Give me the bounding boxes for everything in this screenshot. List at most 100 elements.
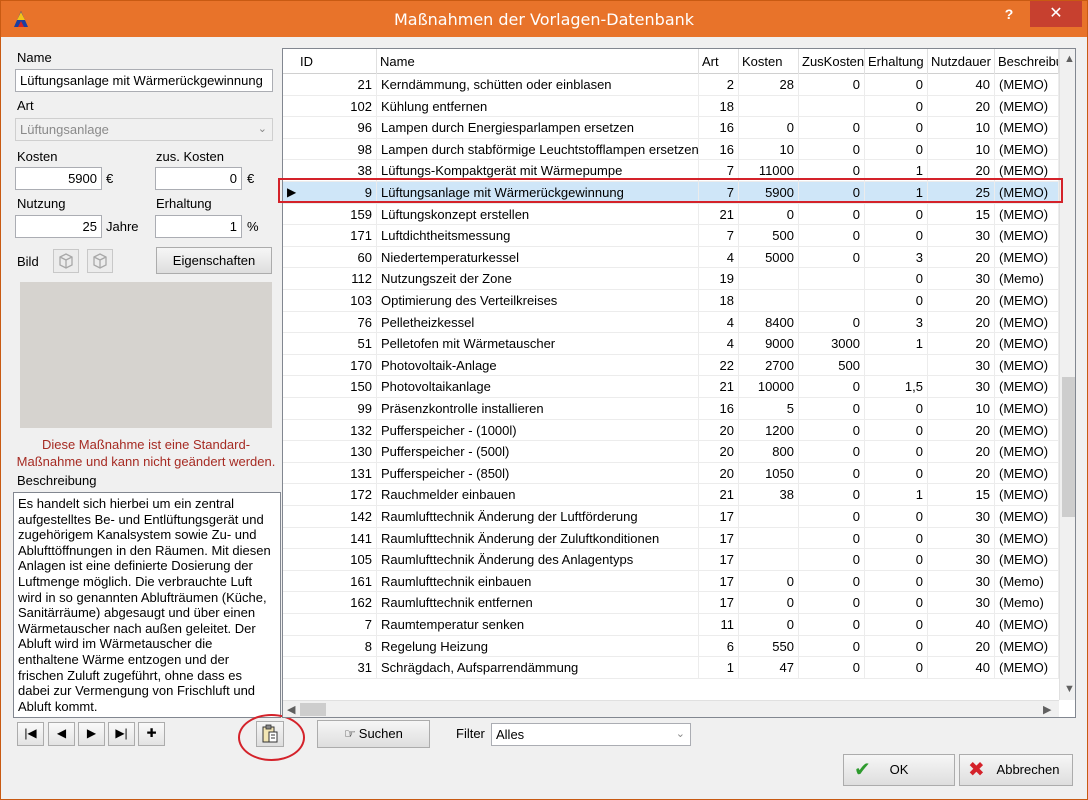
ok-button[interactable]: ✔ OK <box>843 754 955 786</box>
cell-nutzdauer[interactable]: 30 <box>928 592 995 614</box>
cell-kosten[interactable]: 550 <box>739 635 799 657</box>
cell-kosten[interactable] <box>739 549 799 571</box>
cell-nutzdauer[interactable]: 30 <box>928 225 995 247</box>
cell-name[interactable]: Raumlufttechnik Änderung des Anlagentyps <box>377 549 699 571</box>
cell-erhaltung[interactable]: 3 <box>865 246 928 268</box>
cell-beschreibung[interactable]: (MEMO) <box>995 398 1059 419</box>
cell-zuskosten[interactable]: 0 <box>799 138 865 160</box>
cell-name[interactable]: Raumlufttechnik Änderung der Zuluftkondi… <box>377 527 699 549</box>
cell-zuskosten[interactable]: 0 <box>799 117 865 139</box>
cell-erhaltung[interactable]: 0 <box>865 549 928 571</box>
cell-name[interactable]: Lampen durch stabförmige Leuchtstofflamp… <box>377 138 699 160</box>
cell-nutzdauer[interactable]: 15 <box>928 484 995 506</box>
measures-grid[interactable]: ID Name Art Kosten ZusKosten Erhaltung N… <box>282 48 1076 718</box>
cell-art[interactable]: 11 <box>699 614 739 635</box>
cell-name[interactable]: Raumlufttechnik Änderung der Luftförderu… <box>377 506 699 527</box>
cell-erhaltung[interactable]: 0 <box>865 74 928 95</box>
cell-id[interactable]: 170 <box>297 354 377 376</box>
cell-id[interactable]: 112 <box>297 268 377 290</box>
cell-kosten[interactable]: 47 <box>739 657 799 679</box>
cell-beschreibung[interactable]: (MEMO) <box>995 225 1059 247</box>
cell-beschreibung[interactable]: (MEMO) <box>995 246 1059 268</box>
table-row[interactable]: 51 Pelletofen mit Wärmetauscher 4 9000 3000 1… <box>283 333 1059 355</box>
cell-zuskosten[interactable]: 0 <box>799 419 865 441</box>
cell-id[interactable]: 131 <box>297 462 377 484</box>
cell-name[interactable]: Photovoltaikanlage <box>377 376 699 398</box>
cell-id[interactable]: 172 <box>297 484 377 506</box>
cell-zuskosten[interactable] <box>799 290 865 311</box>
cell-erhaltung[interactable]: 0 <box>865 117 928 139</box>
cell-id[interactable]: 7 <box>297 614 377 635</box>
cell-kosten[interactable] <box>739 268 799 290</box>
cell-art[interactable]: 17 <box>699 527 739 549</box>
cell-nutzdauer[interactable]: 30 <box>928 354 995 376</box>
horizontal-scrollbar[interactable]: ◀ ▶ <box>283 700 1059 717</box>
cell-beschreibung[interactable]: (MEMO) <box>995 635 1059 657</box>
cell-art[interactable]: 20 <box>699 419 739 441</box>
cell-name[interactable]: Pufferspeicher - (1000l) <box>377 419 699 441</box>
cell-nutzdauer[interactable]: 20 <box>928 635 995 657</box>
cell-art[interactable]: 4 <box>699 333 739 355</box>
art-select[interactable]: Lüftungsanlage ⌄ <box>15 118 273 141</box>
cell-zuskosten[interactable]: 0 <box>799 398 865 419</box>
table-row[interactable]: 112 Nutzungszeit der Zone 19 0 30 (Memo) <box>283 268 1059 290</box>
cell-zuskosten[interactable]: 0 <box>799 74 865 95</box>
cell-nutzdauer[interactable]: 30 <box>928 570 995 592</box>
nav-prev-button[interactable]: ◀ <box>48 722 75 746</box>
table-row[interactable]: 130 Pufferspeicher - (500l) 20 800 0 0 20 (MEMO… <box>283 441 1059 463</box>
scroll-left-icon[interactable]: ◀ <box>287 703 295 716</box>
cell-erhaltung[interactable]: 0 <box>865 506 928 527</box>
cell-kosten[interactable]: 2700 <box>739 354 799 376</box>
cell-zuskosten[interactable]: 0 <box>799 225 865 247</box>
cell-id[interactable]: 98 <box>297 138 377 160</box>
cell-kosten[interactable]: 5000 <box>739 246 799 268</box>
cell-beschreibung[interactable]: (Memo) <box>995 268 1059 290</box>
cell-id[interactable]: 31 <box>297 657 377 679</box>
table-row[interactable]: 103 Optimierung des Verteilkreises 18 0 20 (M… <box>283 290 1059 312</box>
abbrechen-button[interactable]: ✖ Abbrechen <box>959 754 1073 786</box>
cell-art[interactable]: 6 <box>699 635 739 657</box>
cell-kosten[interactable]: 28 <box>739 74 799 95</box>
col-header-art[interactable]: Art <box>699 49 739 74</box>
cell-zuskosten[interactable]: 0 <box>799 246 865 268</box>
cell-id[interactable]: 21 <box>297 74 377 95</box>
cell-nutzdauer[interactable]: 20 <box>928 419 995 441</box>
cell-erhaltung[interactable]: 0 <box>865 592 928 614</box>
cell-beschreibung[interactable]: (MEMO) <box>995 441 1059 463</box>
name-field[interactable]: Lüftungsanlage mit Wärmerückgewinnung <box>15 69 273 92</box>
cell-zuskosten[interactable]: 0 <box>799 657 865 679</box>
cell-name[interactable]: Rauchmelder einbauen <box>377 484 699 506</box>
cell-name[interactable]: Lampen durch Energiesparlampen ersetzen <box>377 117 699 139</box>
cell-id[interactable]: 162 <box>297 592 377 614</box>
cell-art[interactable]: 21 <box>699 484 739 506</box>
cell-zuskosten[interactable]: 0 <box>799 376 865 398</box>
cell-kosten[interactable]: 5 <box>739 398 799 419</box>
cell-zuskosten[interactable]: 0 <box>799 311 865 333</box>
cell-kosten[interactable]: 0 <box>739 203 799 225</box>
cell-erhaltung[interactable]: 3 <box>865 311 928 333</box>
cell-name[interactable]: Pufferspeicher - (500l) <box>377 441 699 463</box>
cell-id[interactable]: 141 <box>297 527 377 549</box>
eigenschaften-button[interactable]: Eigenschaften <box>156 247 272 274</box>
cell-kosten[interactable] <box>739 290 799 311</box>
cell-nutzdauer[interactable]: 30 <box>928 549 995 571</box>
cell-erhaltung[interactable]: 0 <box>865 138 928 160</box>
cell-name[interactable]: Raumlufttechnik entfernen <box>377 592 699 614</box>
cell-beschreibung[interactable]: (MEMO) <box>995 95 1059 117</box>
cell-zuskosten[interactable]: 0 <box>799 635 865 657</box>
cell-beschreibung[interactable]: (MEMO) <box>995 484 1059 506</box>
cell-art[interactable]: 17 <box>699 570 739 592</box>
cell-kosten[interactable]: 10000 <box>739 376 799 398</box>
cell-beschreibung[interactable]: (MEMO) <box>995 333 1059 355</box>
cell-beschreibung[interactable]: (MEMO) <box>995 419 1059 441</box>
table-row[interactable]: 172 Rauchmelder einbauen 21 38 0 1 15 (MEMO) <box>283 484 1059 506</box>
cell-id[interactable]: 105 <box>297 549 377 571</box>
table-row[interactable]: 76 Pelletheizkessel 4 8400 0 3 20 (MEMO) <box>283 311 1059 334</box>
cell-erhaltung[interactable]: 0 <box>865 268 928 290</box>
cell-art[interactable]: 17 <box>699 506 739 527</box>
suchen-button[interactable]: ☞ Suchen <box>317 720 430 748</box>
table-row[interactable]: 105 Raumlufttechnik Änderung des Anlagent… <box>283 549 1059 571</box>
scroll-right-icon[interactable]: ▶ <box>1043 703 1051 716</box>
cell-art[interactable]: 7 <box>699 225 739 247</box>
cell-zuskosten[interactable]: 0 <box>799 484 865 506</box>
